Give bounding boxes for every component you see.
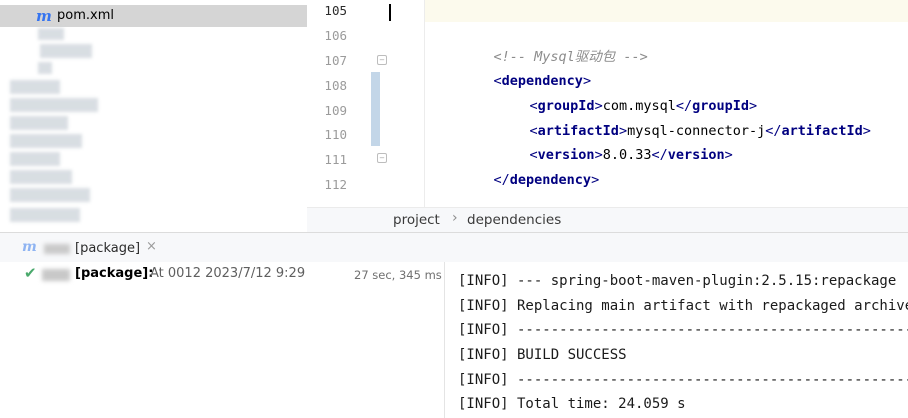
line-number: 112 <box>324 177 347 192</box>
code-line-groupid: <groupId>com.mysql</groupId> <box>529 98 758 114</box>
project-tree-panel: m pom.xml <box>0 0 308 232</box>
breadcrumb: project › dependencies <box>307 207 908 233</box>
code-line-version: <version>8.0.33</version> <box>529 147 733 163</box>
console-line: [INFO] ---------------------------------… <box>458 322 908 338</box>
obscured-project-name <box>42 269 70 281</box>
build-timestamp: At 0012 2023/7/12 9:29 <box>150 266 306 281</box>
build-duration: 27 sec, 345 ms <box>354 268 442 282</box>
console-line: [INFO] Replacing main artifact with repa… <box>458 298 908 314</box>
maven-file-icon: m <box>36 7 52 25</box>
code-line-dependency-open: <dependency> <box>493 73 592 89</box>
obscured-tree-item <box>10 170 72 184</box>
console-line: [INFO] ---------------------------------… <box>458 372 908 388</box>
obscured-tree-item <box>10 208 80 222</box>
code-line-artifactid: <artifactId>mysql-connector-j</artifactI… <box>529 123 871 139</box>
vcs-change-marker[interactable] <box>371 72 380 146</box>
close-icon[interactable]: × <box>146 239 157 254</box>
text-caret <box>389 4 391 21</box>
build-tree: ✔ [package]: At 0012 2023/7/12 9:29 27 s… <box>0 262 444 418</box>
obscured-tree-item <box>40 44 92 58</box>
breadcrumb-item-dependencies[interactable]: dependencies <box>467 212 561 228</box>
console-output[interactable]: [INFO] --- spring-boot-maven-plugin:2.5.… <box>444 262 908 418</box>
obscured-tree-item <box>10 134 82 148</box>
code-line-comment: <!-- Mysql驱动包 --> <box>461 24 648 65</box>
obscured-tree-item <box>10 98 98 112</box>
obscured-tree-item <box>10 188 90 202</box>
line-number: 105 <box>324 3 347 18</box>
xml-tag: artifactId <box>781 123 863 139</box>
code-editor[interactable]: <!-- Mysql驱动包 --> <dependency> <groupId>… <box>425 0 908 207</box>
run-tab-label: [package] <box>75 241 141 256</box>
obscured-project-name <box>44 244 70 254</box>
build-task-label: [package]: <box>75 266 154 281</box>
project-tree-item-pom[interactable]: m pom.xml <box>0 5 307 27</box>
xml-tag: version <box>667 147 725 163</box>
file-name-label: pom.xml <box>57 8 114 23</box>
line-number: 108 <box>324 78 347 93</box>
maven-run-icon: m <box>22 239 37 255</box>
fold-end-icon[interactable]: − <box>377 153 387 163</box>
line-number: 107 <box>324 53 347 68</box>
xml-tag: dependency <box>509 172 592 188</box>
line-number: 111 <box>324 152 347 167</box>
obscured-tree-item <box>38 62 52 74</box>
fold-start-icon[interactable]: − <box>377 55 387 65</box>
run-tool-window-tabbar: m [package] × <box>0 232 908 263</box>
success-check-icon: ✔ <box>24 264 37 282</box>
obscured-tree-item <box>10 80 60 94</box>
console-line: [INFO] BUILD SUCCESS <box>458 347 627 363</box>
line-number: 106 <box>324 28 347 43</box>
breadcrumb-separator-icon: › <box>452 210 458 226</box>
code-line-dependency-close: </dependency> <box>493 172 600 188</box>
obscured-tree-item <box>38 28 64 40</box>
xml-text-value: 8.0.33 <box>602 147 652 163</box>
console-line: [INFO] Total time: 24.059 s <box>458 396 686 412</box>
obscured-tree-item <box>10 116 68 130</box>
line-number-gutter: 105 106 107 108 109 110 111 112 <box>307 0 425 207</box>
obscured-tree-item <box>10 152 60 166</box>
line-number: 110 <box>324 127 347 142</box>
breadcrumb-item-project[interactable]: project <box>393 212 440 228</box>
line-number: 109 <box>324 103 347 118</box>
console-line: [INFO] --- spring-boot-maven-plugin:2.5.… <box>458 273 897 289</box>
